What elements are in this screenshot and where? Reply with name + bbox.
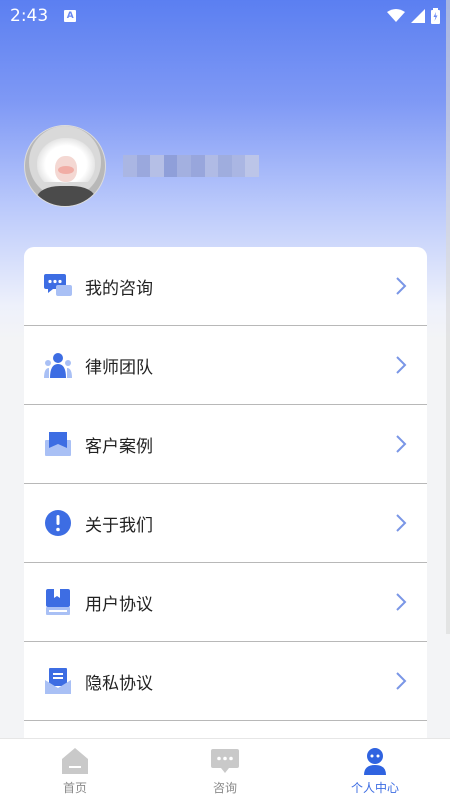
- tab-home[interactable]: 首页: [0, 739, 150, 801]
- status-bar: 2:43 A: [0, 0, 450, 32]
- profile-header: [24, 125, 259, 207]
- user-agreement-book-icon: [44, 588, 72, 616]
- bottom-tab-bar: 首页 咨询 个人中心: [0, 738, 450, 801]
- tab-label: 咨询: [212, 781, 237, 795]
- menu-item-label: 律师团队: [85, 357, 153, 378]
- menu-item-privacy-policy[interactable]: 隐私协议: [24, 642, 427, 721]
- menu-item-about-us[interactable]: 关于我们: [24, 484, 427, 563]
- profile-icon: [364, 748, 386, 775]
- status-time: 2:43: [10, 6, 49, 26]
- chevron-right-icon: [396, 356, 407, 374]
- privacy-document-icon: [44, 667, 72, 695]
- status-indicators: [387, 8, 440, 24]
- chevron-right-icon: [396, 277, 407, 295]
- avatar[interactable]: [24, 125, 106, 207]
- chat-bubbles-icon: [44, 272, 72, 300]
- menu-item-label: 我的咨询: [85, 278, 153, 299]
- consult-chat-icon: [211, 749, 239, 773]
- team-icon: [44, 351, 72, 379]
- menu-item-label: 关于我们: [85, 515, 153, 536]
- tab-label: 首页: [62, 781, 87, 795]
- chevron-right-icon: [396, 672, 407, 690]
- tab-label: 个人中心: [350, 781, 399, 795]
- chevron-right-icon: [396, 593, 407, 611]
- tab-consult[interactable]: 咨询: [150, 739, 300, 801]
- tab-profile-center[interactable]: 个人中心: [300, 739, 450, 801]
- menu-item-lawyer-team[interactable]: 律师团队: [24, 326, 427, 405]
- cellular-signal-icon: [411, 9, 425, 23]
- menu-item-my-consultations[interactable]: 我的咨询: [24, 247, 427, 326]
- menu-card: 我的咨询 律师团队 客户案例 关于我们 用户协议 隐私协议: [24, 247, 427, 739]
- menu-item-label: 隐私协议: [85, 673, 153, 694]
- menu-item-user-agreement[interactable]: 用户协议: [24, 563, 427, 642]
- home-icon: [62, 748, 88, 774]
- menu-item-label: 用户协议: [85, 594, 153, 615]
- wifi-icon: [387, 9, 405, 22]
- scrollbar[interactable]: [446, 0, 450, 634]
- notification-app-icon: A: [64, 10, 77, 22]
- menu-item-client-cases[interactable]: 客户案例: [24, 405, 427, 484]
- battery-icon: [431, 8, 440, 24]
- username-redacted: [123, 155, 259, 177]
- menu-item-label: 客户案例: [85, 436, 153, 457]
- case-folder-icon: [44, 430, 72, 458]
- info-exclamation-icon: [44, 509, 72, 537]
- chevron-right-icon: [396, 514, 407, 532]
- chevron-right-icon: [396, 435, 407, 453]
